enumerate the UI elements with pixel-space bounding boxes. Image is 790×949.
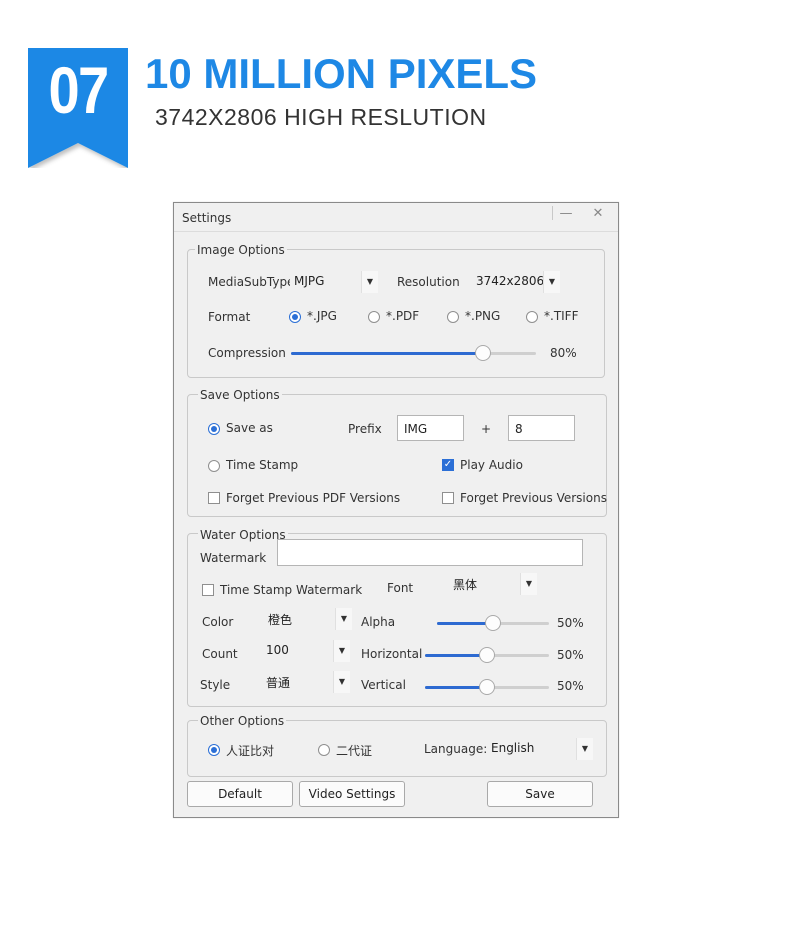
format-tiff-radio[interactable] — [526, 311, 538, 323]
compression-slider[interactable] — [291, 345, 536, 361]
style-value: 普通 — [266, 676, 291, 690]
vertical-slider[interactable] — [425, 679, 549, 695]
font-value: 黑体 — [453, 578, 478, 592]
timestamp-watermark-label: Time Stamp Watermark — [220, 583, 363, 597]
horizontal-slider[interactable] — [425, 647, 549, 663]
alpha-slider[interactable] — [437, 615, 549, 631]
vertical-thumb[interactable] — [479, 679, 495, 695]
media-subtype-label: MediaSubTypе — [208, 275, 290, 289]
vertical-value: 50% — [557, 679, 584, 693]
chevron-down-icon: ▼ — [333, 671, 350, 693]
timestamp-radio[interactable] — [208, 460, 220, 472]
minimize-icon[interactable]: — — [554, 206, 578, 222]
default-button[interactable]: Default — [187, 781, 293, 807]
page-title: 10 MILLION PIXELS — [145, 50, 538, 97]
format-png-radio[interactable] — [447, 311, 459, 323]
play-audio-label: Play Audio — [460, 458, 523, 472]
style-label: Style — [200, 678, 231, 692]
resolution-value: 3742x2806 — [476, 274, 545, 288]
title-bar: Settings — ✕ — [174, 203, 618, 232]
alpha-label: Alpha — [361, 615, 396, 629]
format-jpg-radio[interactable] — [289, 311, 301, 323]
watermark-input[interactable] — [277, 539, 583, 566]
face-compare-radio[interactable] — [208, 744, 220, 756]
vertical-fill — [425, 686, 487, 689]
plus-sign: + — [481, 422, 492, 436]
color-value: 橙色 — [268, 613, 293, 627]
format-pdf-label: *.PDF — [386, 309, 420, 323]
media-subtype-value: MJPG — [294, 274, 325, 288]
language-select[interactable]: English ▼ — [487, 738, 593, 760]
horizontal-label: Horizontal — [361, 647, 423, 661]
window-title: Settings — [182, 211, 232, 225]
compression-fill — [291, 352, 483, 355]
format-png-label: *.PNG — [465, 309, 501, 323]
format-tiff-label: *.TIFF — [544, 309, 579, 323]
forget-pdf-checkbox[interactable] — [208, 492, 220, 504]
image-options-title: Image Options — [195, 243, 287, 257]
compression-value: 80% — [550, 346, 577, 360]
number-input[interactable]: 8 — [508, 415, 575, 441]
settings-window: Settings — ✕ Image Options MediaSubTypе … — [173, 202, 619, 818]
chevron-down-icon: ▼ — [576, 738, 593, 760]
forget-pdf-label: Forget Previous PDF Versions — [226, 491, 401, 505]
timestamp-label: Time Stamp — [226, 458, 299, 472]
format-jpg-label: *.JPG — [307, 309, 337, 323]
chevron-down-icon: ▼ — [520, 573, 537, 595]
font-label: Font — [387, 581, 414, 595]
forget-versions-checkbox[interactable] — [442, 492, 454, 504]
id-card-radio[interactable] — [318, 744, 330, 756]
save-as-radio[interactable] — [208, 423, 220, 435]
face-compare-label: 人证比对 — [226, 744, 275, 758]
font-select[interactable]: 黑体 ▼ — [449, 573, 537, 595]
save-options-title: Save Options — [198, 388, 282, 402]
video-settings-button[interactable]: Video Settings — [299, 781, 405, 807]
vertical-label: Vertical — [361, 678, 406, 692]
horizontal-fill — [425, 654, 487, 657]
page-subtitle: 3742X2806 HIGH RESLUTION — [155, 104, 487, 130]
save-as-label: Save as — [226, 421, 273, 435]
titlebar-separator — [552, 206, 553, 220]
resolution-label: Resolution — [397, 275, 460, 289]
format-pdf-radio[interactable] — [368, 311, 380, 323]
language-label: Language: — [424, 742, 488, 756]
count-value: 100 — [266, 643, 289, 657]
language-value: English — [491, 741, 535, 755]
style-select[interactable]: 普通 ▼ — [262, 671, 350, 693]
chevron-down-icon: ▼ — [335, 608, 352, 630]
format-label: Format — [208, 310, 251, 324]
horizontal-value: 50% — [557, 648, 584, 662]
chevron-down-icon: ▼ — [543, 271, 560, 293]
close-icon[interactable]: ✕ — [586, 206, 610, 222]
alpha-value: 50% — [557, 616, 584, 630]
horizontal-thumb[interactable] — [479, 647, 495, 663]
count-select[interactable]: 100 ▼ — [262, 640, 350, 662]
badge-number: 07 — [48, 53, 109, 127]
id-card-label: 二代证 — [336, 744, 373, 758]
water-options-title: Water Options — [198, 528, 288, 542]
other-options-title: Other Options — [198, 714, 287, 728]
play-audio-checkbox[interactable]: ✓ — [442, 459, 454, 471]
forget-versions-label: Forget Previous Versions — [460, 491, 607, 505]
color-label: Color — [202, 615, 234, 629]
chevron-down-icon: ▼ — [333, 640, 350, 662]
prefix-label: Prefix — [348, 422, 382, 436]
chevron-down-icon: ▼ — [361, 271, 378, 293]
count-label: Count — [202, 647, 238, 661]
watermark-label: Watermark — [200, 551, 267, 565]
save-button[interactable]: Save — [487, 781, 593, 807]
prefix-value: IMG — [404, 422, 428, 436]
prefix-input[interactable]: IMG — [397, 415, 464, 441]
resolution-select[interactable]: 3742x2806 ▼ — [472, 271, 560, 293]
color-select[interactable]: 橙色 ▼ — [264, 608, 352, 630]
media-subtype-select[interactable]: MJPG ▼ — [290, 271, 378, 293]
number-value: 8 — [515, 422, 523, 436]
compression-thumb[interactable] — [475, 345, 491, 361]
compression-label: Compression — [208, 346, 286, 360]
timestamp-watermark-checkbox[interactable] — [202, 584, 214, 596]
alpha-thumb[interactable] — [485, 615, 501, 631]
